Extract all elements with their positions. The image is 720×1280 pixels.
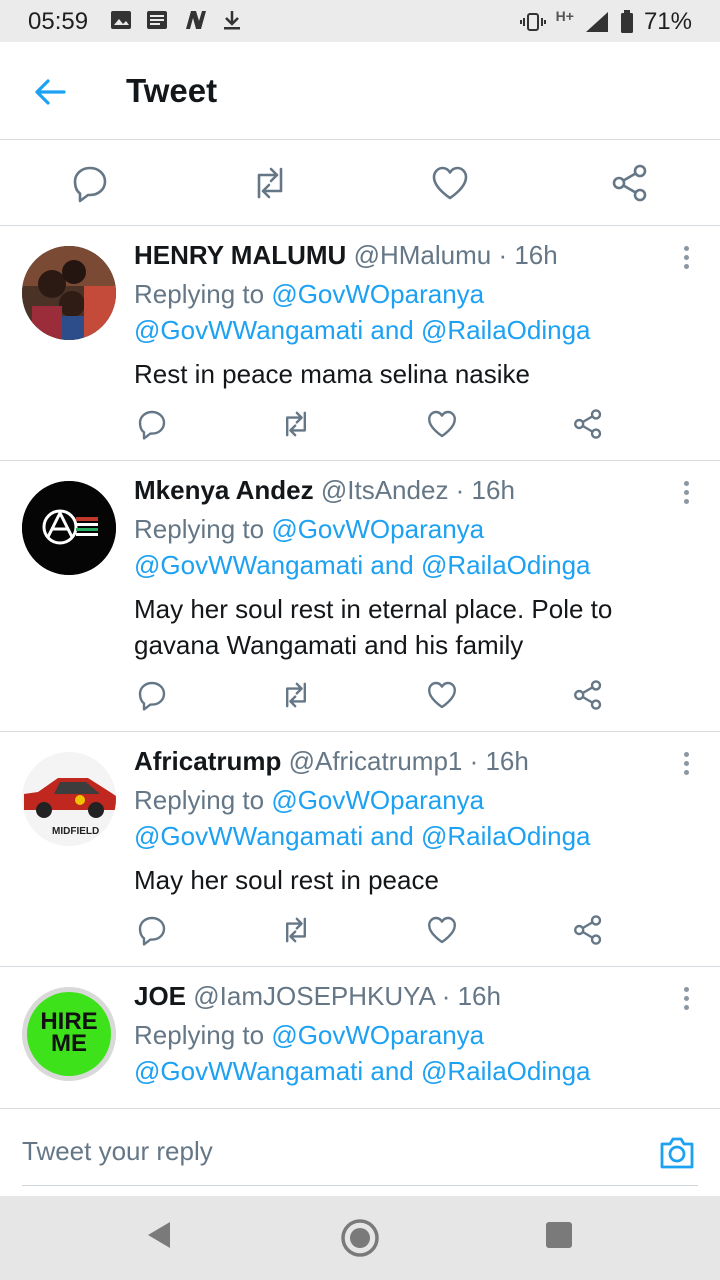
heart-icon[interactable] <box>426 679 458 711</box>
reply-tweet[interactable]: HIRE ME JOE @IamJOSEPHKUYA · 16h Replyin… <box>0 967 720 1108</box>
author-name[interactable]: JOE <box>134 981 186 1011</box>
system-nav-bar <box>0 1196 720 1280</box>
nav-recents-icon[interactable] <box>546 1222 572 1248</box>
tweet-text: May her soul rest in eternal place. Pole… <box>134 594 613 660</box>
more-options-icon[interactable] <box>682 246 690 272</box>
mention-link[interactable]: @RailaOdinga <box>421 550 590 580</box>
avatar[interactable] <box>22 246 116 340</box>
more-options-icon[interactable] <box>682 481 690 507</box>
avatar[interactable] <box>22 481 116 575</box>
reply-icon[interactable] <box>136 914 168 946</box>
replying-prefix: Replying to <box>134 785 265 815</box>
reply-input[interactable] <box>22 1131 622 1171</box>
mention-link[interactable]: @GovWOparanya <box>271 785 484 815</box>
heart-icon[interactable] <box>426 408 458 440</box>
mention-link[interactable]: @GovWOparanya <box>271 1020 484 1050</box>
author-name[interactable]: Mkenya Andez <box>134 475 314 505</box>
reply-composer <box>0 1108 720 1196</box>
arrow-left-icon[interactable] <box>30 72 70 112</box>
tweet-text: May her soul rest in peace <box>134 865 439 895</box>
retweet-icon[interactable] <box>280 914 312 946</box>
reply-header: Mkenya Andez @ItsAndez · 16h <box>134 475 515 506</box>
reply-actions <box>134 914 614 950</box>
replying-prefix: Replying to <box>134 1020 265 1050</box>
vibrate-icon <box>519 13 546 31</box>
reply-header: Africatrump @Africatrump1 · 16h <box>134 746 529 777</box>
share-icon[interactable] <box>610 163 650 203</box>
battery-icon <box>620 10 633 33</box>
gallery-icon <box>111 11 131 29</box>
mention-link[interactable]: @GovWOparanya <box>271 514 484 544</box>
replying-to: Replying to @GovWOparanya @GovWWangamati… <box>134 1017 694 1089</box>
retweet-icon[interactable] <box>250 163 290 203</box>
reply-tweet[interactable]: Mkenya Andez @ItsAndez · 16h Replying to… <box>0 461 720 732</box>
replying-to: Replying to @GovWOparanya @GovWWangamati… <box>134 511 694 583</box>
reply-actions <box>134 679 614 715</box>
avatar[interactable]: MIDFIELD <box>22 752 116 846</box>
reply-tweet[interactable]: MIDFIELD Africatrump @Africatrump1 · 16h… <box>0 732 720 967</box>
more-options-icon[interactable] <box>682 987 690 1013</box>
retweet-icon[interactable] <box>280 679 312 711</box>
author-meta: @HMalumu · 16h <box>353 240 558 270</box>
reply-icon[interactable] <box>70 163 110 203</box>
reply-icon[interactable] <box>136 679 168 711</box>
reply-header: HENRY MALUMU @HMalumu · 16h <box>134 240 558 271</box>
mention-link[interactable]: @RailaOdinga <box>421 1056 590 1086</box>
mention-link[interactable]: @GovWOparanya <box>271 279 484 309</box>
camera-icon[interactable] <box>658 1135 696 1171</box>
tweet-text: Rest in peace mama selina nasike <box>134 359 530 389</box>
mention-link[interactable]: @GovWWangamati <box>134 821 363 851</box>
mention-link[interactable]: @RailaOdinga <box>421 821 590 851</box>
nav-home-icon[interactable] <box>340 1218 380 1258</box>
retweet-icon[interactable] <box>280 408 312 440</box>
and-link[interactable]: and <box>370 1056 413 1086</box>
heart-icon[interactable] <box>426 914 458 946</box>
heart-icon[interactable] <box>430 163 470 203</box>
reply-actions <box>134 408 614 444</box>
and-link[interactable]: and <box>370 821 413 851</box>
reply-tweet[interactable]: HENRY MALUMU @HMalumu · 16h Replying to … <box>0 226 720 461</box>
download-icon <box>224 11 240 30</box>
replying-prefix: Replying to <box>134 279 265 309</box>
mention-link[interactable]: @GovWWangamati <box>134 550 363 580</box>
news-icon <box>147 11 167 29</box>
and-link[interactable]: and <box>370 550 413 580</box>
share-icon[interactable] <box>572 679 604 711</box>
share-icon[interactable] <box>572 408 604 440</box>
replying-to: Replying to @GovWOparanya @GovWWangamati… <box>134 276 694 348</box>
replying-to: Replying to @GovWOparanya @GovWWangamati… <box>134 782 694 854</box>
author-meta: @Africatrump1 · 16h <box>288 746 529 776</box>
avatar-caption: MIDFIELD <box>52 826 100 837</box>
n-app-icon <box>186 11 206 29</box>
status-right: H+ 71% <box>519 8 692 36</box>
page-title: Tweet <box>126 72 218 109</box>
author-meta: @IamJOSEPHKUYA · 16h <box>193 981 501 1011</box>
notification-icons <box>110 9 242 31</box>
reply-header: JOE @IamJOSEPHKUYA · 16h <box>134 981 501 1012</box>
status-bar: 05:59 H+ 71% <box>0 0 720 42</box>
more-options-icon[interactable] <box>682 752 690 778</box>
avatar-text: HIRE ME <box>40 1008 98 1057</box>
replying-prefix: Replying to <box>134 514 265 544</box>
share-icon[interactable] <box>572 914 604 946</box>
mention-link[interactable]: @RailaOdinga <box>421 315 590 345</box>
and-link[interactable]: and <box>370 315 413 345</box>
author-meta: @ItsAndez · 16h <box>320 475 515 505</box>
reply-icon[interactable] <box>136 408 168 440</box>
status-time: 05:59 <box>28 8 89 35</box>
signal-icon <box>585 12 608 32</box>
author-name[interactable]: Africatrump <box>134 746 281 776</box>
avatar[interactable]: HIRE ME <box>22 987 116 1081</box>
app-header: Tweet <box>0 42 720 140</box>
input-underline <box>22 1185 698 1186</box>
network-type: H+ <box>555 8 574 24</box>
author-name[interactable]: HENRY MALUMU <box>134 240 346 270</box>
nav-back-icon[interactable] <box>146 1220 172 1250</box>
main-tweet-actions <box>0 141 720 226</box>
battery-level: 71% <box>643 8 692 35</box>
mention-link[interactable]: @GovWWangamati <box>134 1056 363 1086</box>
mention-link[interactable]: @GovWWangamati <box>134 315 363 345</box>
